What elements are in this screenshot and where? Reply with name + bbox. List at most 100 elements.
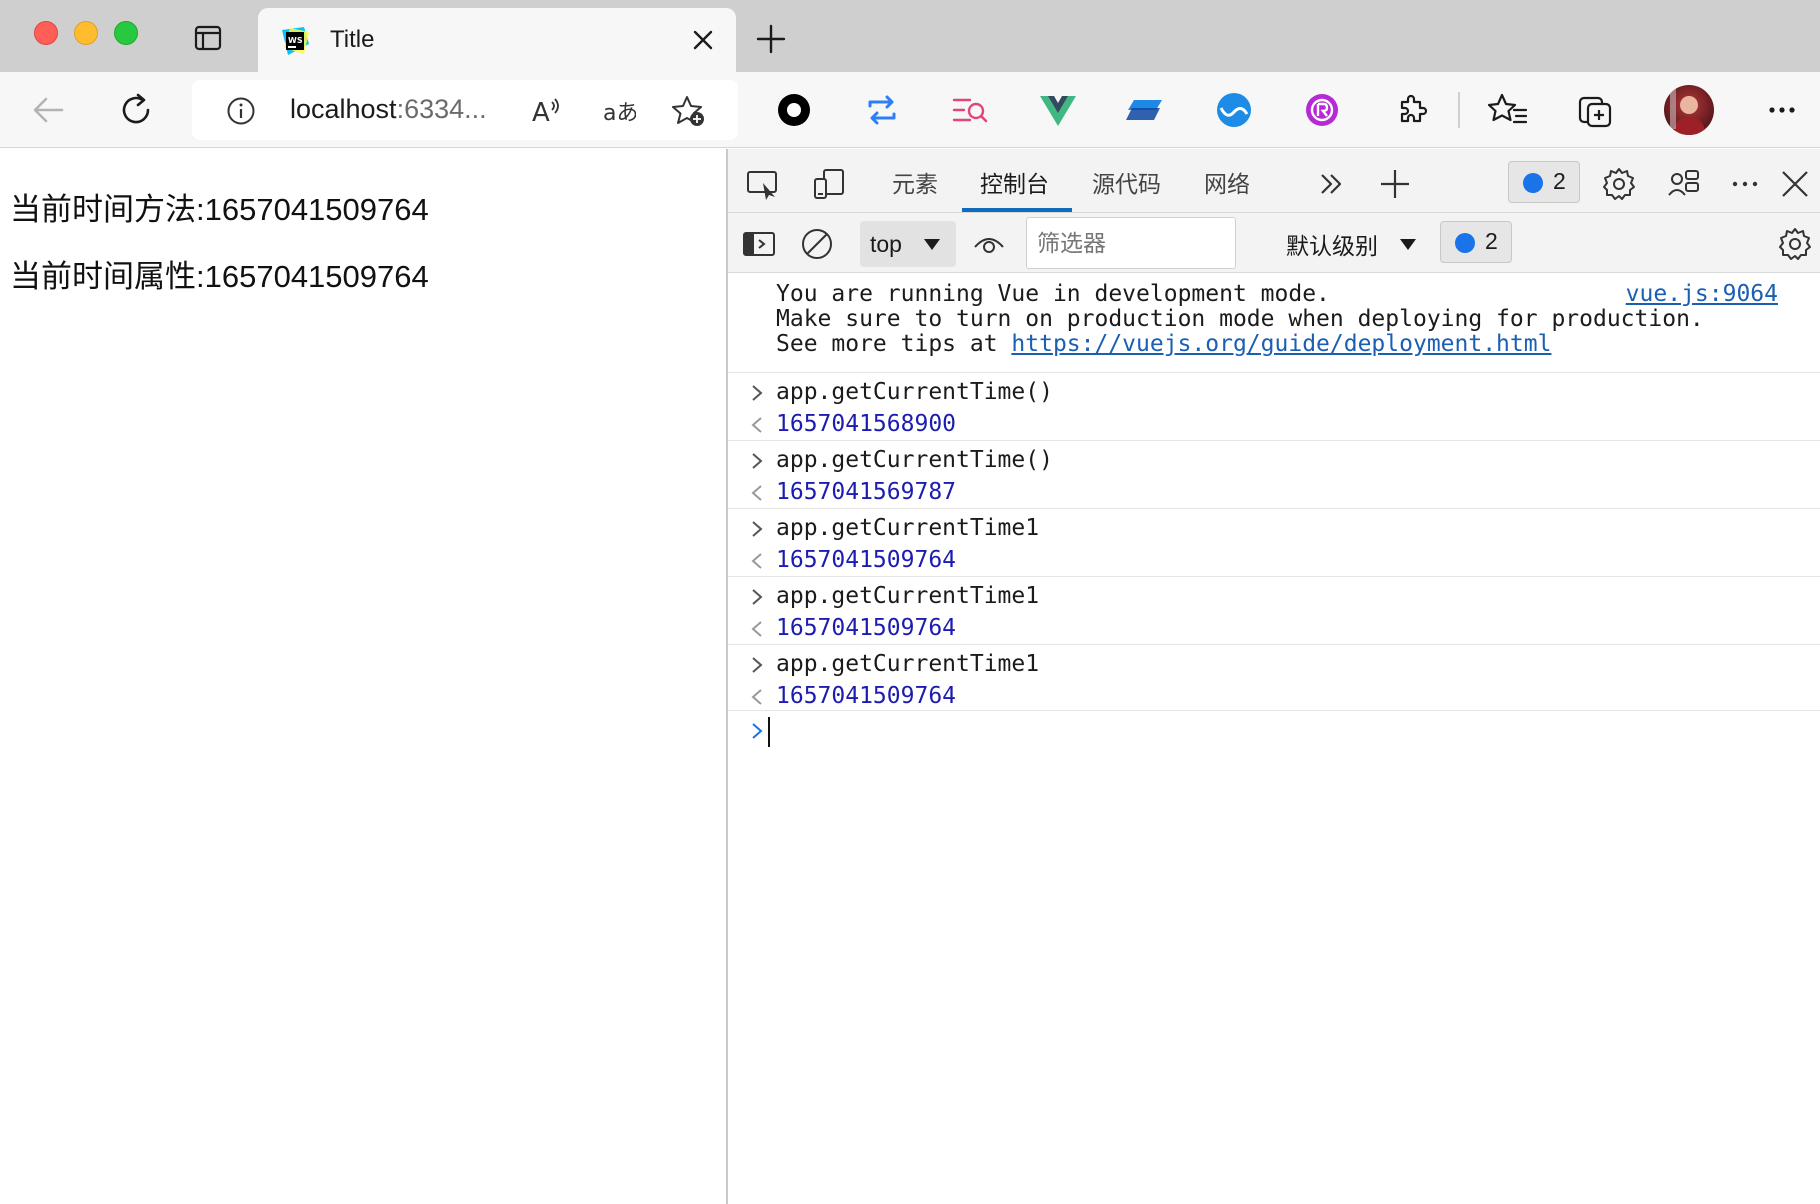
issues-counter-button[interactable]: 2 [1508,161,1580,203]
favorites-icon[interactable] [1488,90,1528,130]
message-bubble-icon [1455,233,1475,253]
chevron-right-icon [752,657,763,673]
sync-extension-icon[interactable] [862,90,902,130]
console-input: app.getCurrentTime() [776,447,1053,473]
read-aloud-icon[interactable]: A [530,94,564,128]
tab-actions-icon[interactable] [194,24,222,52]
console-entry: app.getCurrentTime() 1657041568900 [728,373,1820,441]
window-close-button[interactable] [34,21,58,45]
sidebar-toggle-icon[interactable] [742,227,776,261]
chevron-left-icon [751,689,762,705]
add-favorite-icon[interactable] [672,94,706,128]
console-result: 1657041509764 [776,683,957,709]
chevron-right-icon [752,385,763,401]
chevron-right-icon [752,589,763,605]
console-input: app.getCurrentTime1 [776,651,1040,677]
wave-extension-icon[interactable] [1214,90,1254,130]
console-input: app.getCurrentTime1 [776,583,1040,609]
purple-extension-icon[interactable] [1302,90,1342,130]
search-extension-icon[interactable] [950,90,990,130]
active-tab[interactable]: WS Title [258,8,736,72]
message-line: You are running Vue in development mode. [776,281,1330,307]
context-value: top [870,231,902,257]
level-chevron-down-icon [1400,239,1416,250]
issues-count: 2 [1553,168,1566,194]
layers-extension-icon[interactable] [1126,90,1166,130]
chevron-left-icon [751,553,762,569]
tab-strip: WS Title [0,0,1820,72]
message-prefix: See more tips at [776,331,1012,357]
add-tool-icon[interactable] [1378,167,1412,201]
refresh-icon[interactable] [116,90,156,130]
info-icon[interactable] [226,96,256,126]
filter-issues-count: 2 [1485,228,1498,254]
tab-title: Title [330,26,375,53]
device-emulation-icon[interactable] [812,167,846,201]
console-input: app.getCurrentTime1 [776,515,1040,541]
prompt-chevron-icon [752,723,763,739]
console-result: 1657041509764 [776,547,957,573]
profile-avatar[interactable] [1664,85,1714,135]
chevron-right-icon [752,521,763,537]
inspect-element-icon[interactable] [746,167,780,201]
webstorm-favicon-icon: WS [282,27,309,55]
chevron-left-icon [751,485,762,501]
log-level-label: 默认级别 [1286,233,1378,259]
tab-network[interactable]: 网络 [1204,165,1250,199]
close-icon[interactable] [692,29,714,51]
deployment-docs-link[interactable]: https://vuejs.org/guide/deployment.html [1011,331,1551,357]
chevron-left-icon [751,417,762,433]
svg-text:A: A [532,98,550,128]
customize-icon[interactable] [1666,167,1700,201]
profile-picture [1670,89,1706,135]
console-input: app.getCurrentTime() [776,379,1053,405]
circle-extension-icon[interactable] [774,90,814,130]
console-prompt[interactable] [728,713,1820,753]
message-line: Make sure to turn on production mode whe… [776,306,1704,332]
browser-toolbar: localhost:6334... A aあ [0,72,1820,148]
devtools-more-icon[interactable] [1728,167,1762,201]
filter-input[interactable] [1026,217,1236,269]
filter-issues-counter[interactable]: 2 [1440,221,1512,263]
chevron-left-icon [751,621,762,637]
tab-sources[interactable]: 源代码 [1092,165,1161,199]
live-expression-eye-icon[interactable] [972,227,1006,261]
context-select[interactable]: top [860,221,956,267]
console-result: 1657041568900 [776,411,957,437]
devtools-tab-bar: 元素 控制台 源代码 网络 2 [728,149,1820,213]
console-result: 1657041509764 [776,615,957,641]
message-bubble-icon [1523,173,1543,193]
vue-devtools-icon[interactable] [1038,90,1078,130]
tab-elements[interactable]: 元素 [892,165,938,199]
source-link[interactable]: vue.js:9064 [1626,281,1778,307]
window-zoom-button[interactable] [114,21,138,45]
toolbar-separator [1458,92,1460,128]
devtools-close-icon[interactable] [1778,167,1812,201]
devtools-panel: 元素 控制台 源代码 网络 2 top 筛选器 默认级别 2 You are r… [728,149,1820,1204]
settings-gear-icon[interactable] [1602,167,1636,201]
new-tab-icon[interactable] [756,24,786,54]
window-minimize-button[interactable] [74,21,98,45]
back-icon[interactable] [28,90,68,130]
console-entry: app.getCurrentTime1 1657041509764 [728,509,1820,577]
clear-console-icon[interactable] [800,227,834,261]
svg-text:aあ: aあ [603,101,636,126]
more-tabs-icon[interactable] [1314,167,1348,201]
web-page: 当前时间方法:1657041509764 当前时间属性:165704150976… [0,149,727,1204]
address-host: localhost [290,94,397,124]
text-cursor [768,717,770,747]
console-result: 1657041569787 [776,479,957,505]
svg-text:WS: WS [288,36,303,45]
chevron-down-icon [924,239,940,250]
address-bar[interactable]: localhost:6334... A aあ [192,80,738,140]
address-url: localhost:6334... [290,94,487,125]
console-settings-gear-icon[interactable] [1778,227,1812,261]
extensions-icon[interactable] [1392,90,1432,130]
more-icon[interactable] [1762,90,1802,130]
address-port: :6334... [396,94,487,124]
tab-console[interactable]: 控制台 [980,165,1049,199]
message-line: See more tips at https://vuejs.org/guide… [776,331,1551,357]
translate-icon[interactable]: aあ [602,94,636,128]
collections-icon[interactable] [1576,90,1616,130]
log-level-select[interactable]: 默认级别 [1286,227,1378,261]
